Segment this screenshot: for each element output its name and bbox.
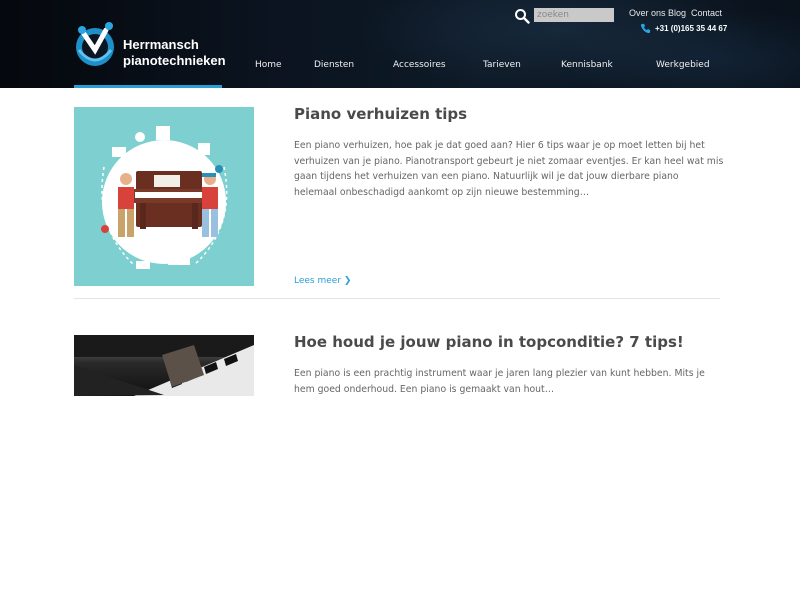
search-icon[interactable] — [514, 8, 530, 24]
logo-icon[interactable] — [74, 20, 116, 68]
nav-item-werkgebied[interactable]: Werkgebied — [656, 60, 710, 70]
logo-underline — [74, 85, 222, 88]
article-image-piano-keys[interactable] — [74, 335, 254, 396]
nav-item-tarieven[interactable]: Tarieven — [483, 60, 521, 70]
chevron-right-icon: ❯ — [343, 276, 352, 286]
site-header: Herrmansch pianotechnieken Over ons Blog… — [0, 0, 800, 88]
read-more-label: Lees meer — [294, 276, 342, 286]
phone-icon — [640, 23, 651, 34]
article-divider — [74, 298, 720, 299]
nav-item-kennisbank[interactable]: Kennisbank — [561, 60, 613, 70]
phone-number[interactable]: +31 (0)165 35 44 67 — [655, 24, 727, 33]
article-excerpt: Een piano is een prachtig instrument waa… — [294, 368, 705, 395]
read-more-link[interactable]: Lees meer ❯ — [294, 276, 351, 286]
piano-keys-photo — [74, 335, 254, 396]
article-excerpt: Een piano verhuizen, hoe pak je dat goed… — [294, 140, 724, 198]
search-input[interactable] — [534, 8, 614, 22]
brand-name[interactable]: Herrmansch pianotechnieken — [123, 37, 226, 69]
article-title[interactable]: Hoe houd je jouw piano in topconditie? 7… — [294, 333, 684, 351]
article-title[interactable]: Piano verhuizen tips — [294, 105, 467, 123]
toplink-contact[interactable]: Contact — [691, 8, 722, 18]
toplink-over-ons[interactable]: Over ons — [629, 8, 666, 18]
article-image-piano-moving[interactable] — [74, 107, 254, 286]
piano-movers-illustration — [101, 126, 228, 269]
nav-item-accessoires[interactable]: Accessoires — [393, 60, 446, 70]
brand-name-line2: pianotechnieken — [123, 53, 226, 68]
brand-name-line1: Herrmansch — [123, 37, 199, 52]
nav-item-diensten[interactable]: Diensten — [314, 60, 354, 70]
nav-item-home[interactable]: Home — [255, 60, 282, 70]
toplink-blog[interactable]: Blog — [668, 8, 686, 18]
